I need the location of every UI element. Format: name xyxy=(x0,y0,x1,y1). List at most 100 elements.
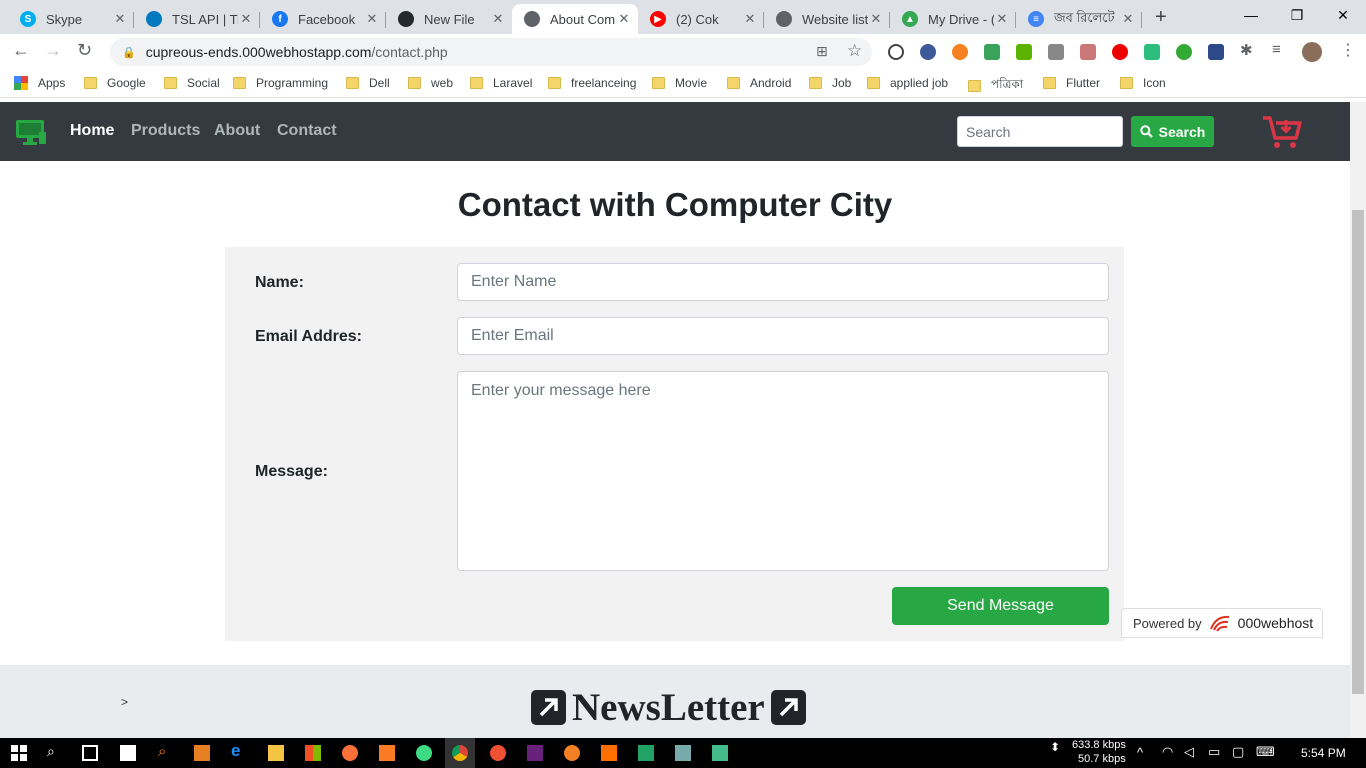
extension-icon[interactable] xyxy=(1144,44,1160,60)
bookmark-folder[interactable]: Flutter xyxy=(1043,76,1100,90)
browser-tab[interactable]: New File ✕ xyxy=(386,4,512,34)
cart-icon[interactable] xyxy=(1262,114,1302,155)
close-tab-icon[interactable]: ✕ xyxy=(490,11,506,27)
nav-about[interactable]: About xyxy=(214,122,260,140)
powered-by-badge[interactable]: Powered by 000webhost xyxy=(1121,608,1323,638)
close-tab-icon[interactable]: ✕ xyxy=(1120,11,1136,27)
send-message-button[interactable]: Send Message xyxy=(892,587,1109,625)
extension-icon[interactable] xyxy=(920,44,936,60)
email-input[interactable]: Enter Email xyxy=(457,317,1109,355)
bookmark-folder[interactable]: Job xyxy=(809,76,851,90)
address-bar[interactable]: 🔒 cupreous-ends.000webhostapp.com/contac… xyxy=(110,38,872,66)
extension-icon[interactable] xyxy=(952,44,968,60)
restore-button[interactable]: ❐ xyxy=(1274,0,1320,30)
browser-tab[interactable]: About Com ✕ xyxy=(512,4,638,34)
browser-tab[interactable]: ▶ (2) Cok ✕ xyxy=(638,4,764,34)
forward-button[interactable]: → xyxy=(44,40,62,61)
git-icon[interactable] xyxy=(490,745,506,761)
nav-home[interactable]: Home xyxy=(70,122,114,140)
new-tab-button[interactable]: + xyxy=(1155,6,1167,29)
app-icon[interactable] xyxy=(601,745,617,761)
bookmark-folder[interactable]: Programming xyxy=(233,76,328,90)
media-control-icon[interactable]: ≡ xyxy=(1272,41,1288,58)
extension-icon[interactable] xyxy=(1176,44,1192,60)
clock[interactable]: 5:54 PM xyxy=(1301,746,1346,760)
bookmark-folder[interactable]: Android xyxy=(727,76,791,90)
file-explorer-icon[interactable] xyxy=(268,745,284,761)
extension-icon[interactable] xyxy=(984,44,1000,60)
task-view-icon[interactable] xyxy=(82,745,98,761)
nav-products[interactable]: Products xyxy=(131,122,200,140)
app-icon[interactable] xyxy=(675,745,691,761)
translate-icon[interactable]: ⊞ xyxy=(816,43,828,60)
extension-icon[interactable] xyxy=(1048,44,1064,60)
back-button[interactable]: ← xyxy=(12,40,30,61)
extensions-puzzle-icon[interactable]: ✱ xyxy=(1240,41,1256,59)
app-icon[interactable] xyxy=(194,745,210,761)
close-tab-icon[interactable]: ✕ xyxy=(112,11,128,27)
browser-tab[interactable]: Website list ✕ xyxy=(764,4,890,34)
close-tab-icon[interactable]: ✕ xyxy=(742,11,758,27)
volume-icon[interactable]: ◁ xyxy=(1184,744,1194,760)
chat-icon[interactable]: ▢ xyxy=(1232,744,1244,760)
firefox-icon[interactable] xyxy=(342,745,358,761)
visual-studio-icon[interactable] xyxy=(527,745,543,761)
message-textarea[interactable]: Enter your message here xyxy=(457,371,1109,571)
browser-tab[interactable]: TSL API | Tre✕ xyxy=(134,4,260,34)
app-icon[interactable] xyxy=(638,745,654,761)
block-extension-icon[interactable] xyxy=(888,44,904,60)
browser-tab[interactable]: S Skype ✕ xyxy=(8,4,134,34)
bookmark-folder[interactable]: Icon xyxy=(1120,76,1166,90)
chrome-taskbar-active[interactable] xyxy=(445,738,475,768)
reload-button[interactable]: ↻ xyxy=(77,40,92,61)
windows-start-icon[interactable] xyxy=(11,745,27,761)
browser-tab[interactable]: f Facebook ✕ xyxy=(260,4,386,34)
search-button[interactable]: Search xyxy=(1131,116,1214,147)
close-tab-icon[interactable]: ✕ xyxy=(616,11,632,27)
computer-icon[interactable] xyxy=(15,118,47,151)
keyboard-icon[interactable]: ⌨ xyxy=(1256,744,1275,760)
bookmark-folder[interactable]: পত্রিকা xyxy=(968,76,1023,96)
close-tab-icon[interactable]: ✕ xyxy=(364,11,380,27)
bookmark-folder[interactable]: Social xyxy=(164,76,220,90)
bookmark-folder[interactable]: Google xyxy=(84,76,146,90)
edge-icon[interactable]: e xyxy=(231,741,247,760)
close-tab-icon[interactable]: ✕ xyxy=(868,11,884,27)
bookmark-folder[interactable]: web xyxy=(408,76,453,90)
menu-kebab-icon[interactable]: ⋮ xyxy=(1340,40,1356,59)
bookmark-folder[interactable]: Dell xyxy=(346,76,390,90)
close-tab-icon[interactable]: ✕ xyxy=(238,11,254,27)
bookmark-folder[interactable]: freelanceing xyxy=(548,76,636,90)
scrollbar-thumb[interactable] xyxy=(1352,210,1364,694)
bookmark-folder[interactable]: Movie xyxy=(652,76,707,90)
bookmark-folder[interactable]: Laravel xyxy=(470,76,532,90)
xampp-icon[interactable] xyxy=(379,745,395,761)
search-app-icon[interactable]: ⌕ xyxy=(158,743,174,760)
extension-icon[interactable] xyxy=(1208,44,1224,60)
minimize-button[interactable]: — xyxy=(1228,0,1274,30)
profile-avatar[interactable] xyxy=(1302,42,1322,62)
chevron-up-icon[interactable]: ^ xyxy=(1137,745,1143,760)
bookmark-star-icon[interactable]: ☆ xyxy=(847,41,862,61)
search-input[interactable]: Search xyxy=(957,116,1123,147)
browser-tab[interactable]: ≡ জব রিলেটে ✕ xyxy=(1016,4,1142,34)
app-icon[interactable] xyxy=(712,745,728,761)
battery-icon[interactable]: ▭ xyxy=(1208,744,1220,760)
page-scrollbar[interactable] xyxy=(1350,102,1366,738)
app-icon[interactable] xyxy=(120,745,136,761)
download-extension-icon[interactable] xyxy=(1016,44,1032,60)
app-icon[interactable] xyxy=(564,745,580,761)
wifi-icon[interactable]: ◠ xyxy=(1162,744,1173,760)
browser-tab[interactable]: ▲ My Drive - (✕ xyxy=(890,4,1016,34)
store-icon[interactable] xyxy=(305,745,321,761)
close-window-button[interactable]: ✕ xyxy=(1320,0,1366,30)
name-input[interactable]: Enter Name xyxy=(457,263,1109,301)
close-tab-icon[interactable]: ✕ xyxy=(994,11,1010,27)
android-studio-icon[interactable] xyxy=(416,745,432,761)
bookmark-apps[interactable]: Apps xyxy=(14,76,65,90)
extension-icon[interactable] xyxy=(1080,44,1096,60)
search-icon[interactable]: ⌕ xyxy=(47,743,63,759)
bookmark-folder[interactable]: applied job xyxy=(867,76,948,90)
nav-contact[interactable]: Contact xyxy=(277,122,337,140)
chevron-right-icon[interactable]: > xyxy=(121,695,128,709)
